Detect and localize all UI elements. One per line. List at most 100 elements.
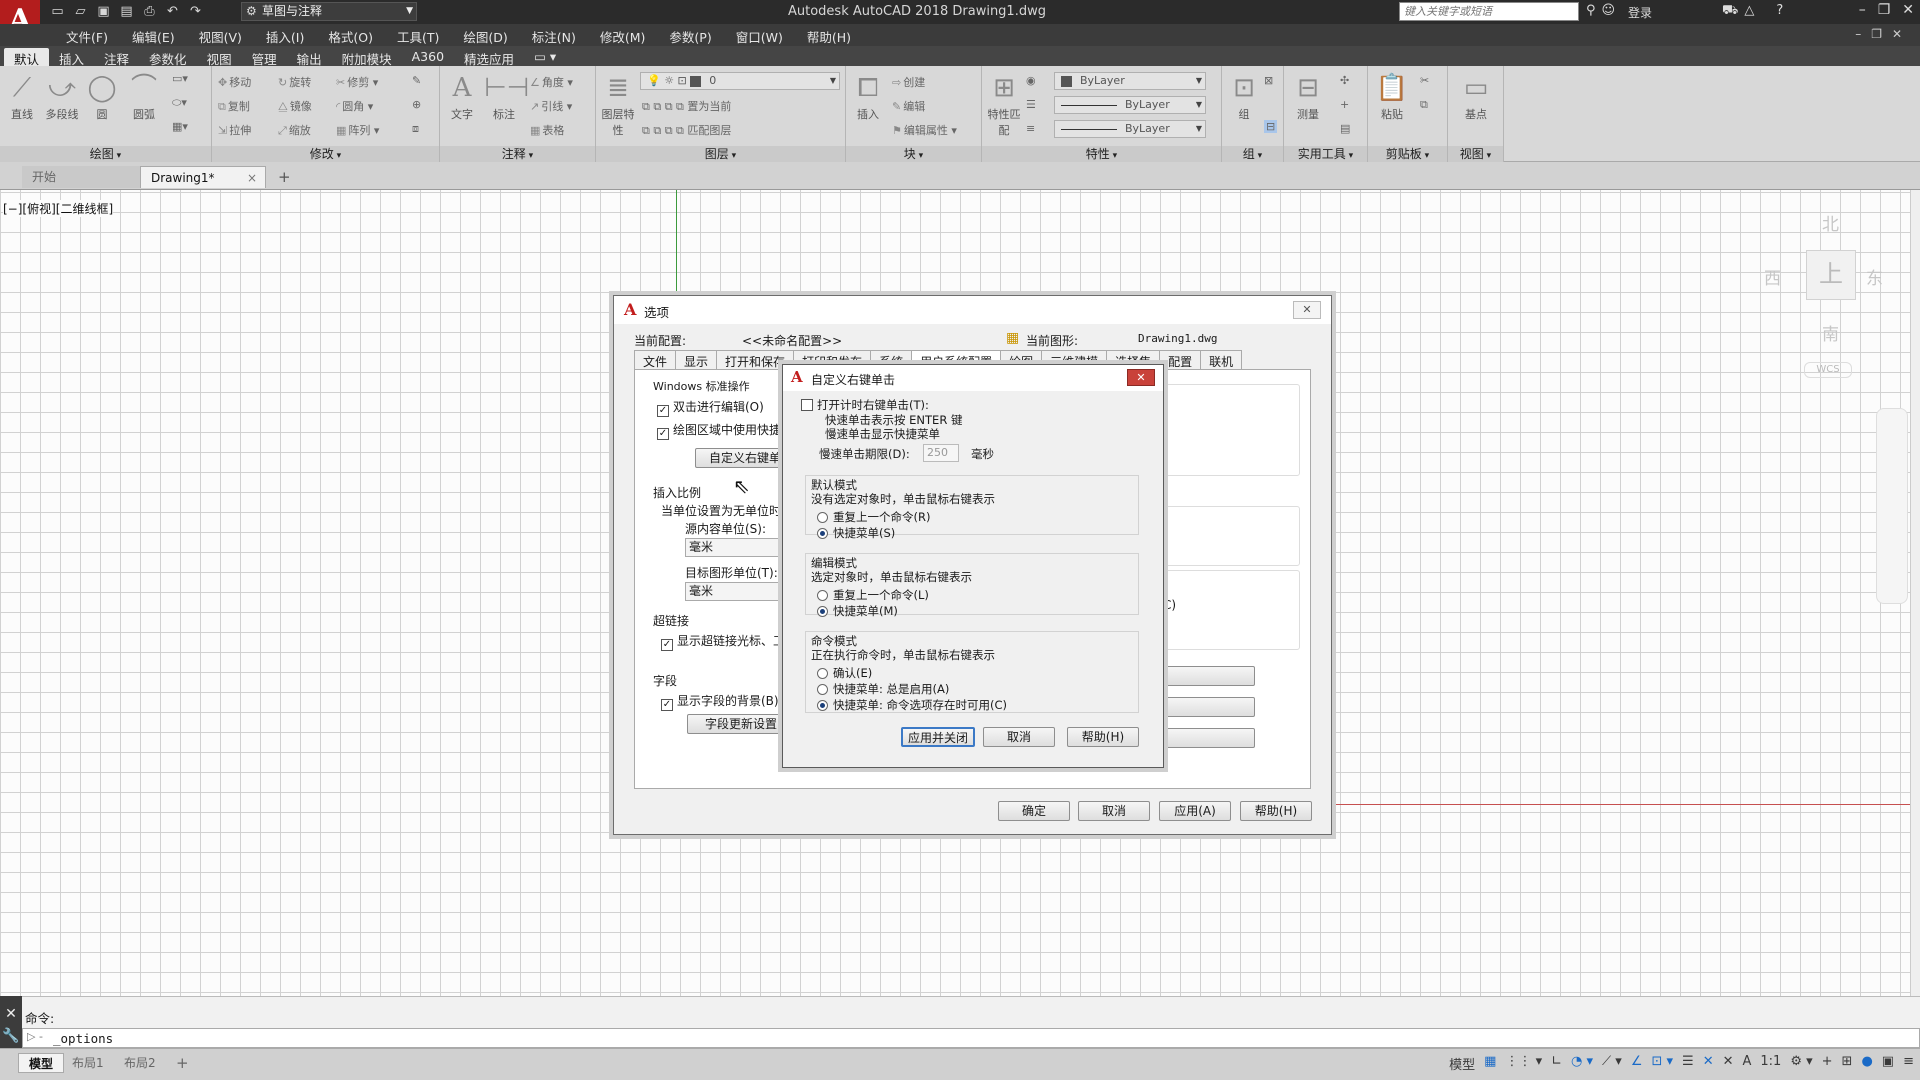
mirror-button[interactable]: ⧋ 镜像 (278, 98, 312, 114)
apply-close-button[interactable]: 应用并关闭 (901, 727, 975, 747)
fullscreen-icon[interactable]: ▣ (1882, 1054, 1894, 1073)
cancel-button[interactable]: 取消 (1078, 801, 1150, 821)
default-repeat-radio[interactable]: 重复上一个命令(R) (817, 509, 930, 525)
viewcube-west[interactable]: 西 (1764, 264, 1781, 289)
explode-icon[interactable]: ⊕ (412, 98, 421, 111)
calculator-icon[interactable]: ▤ (1340, 122, 1350, 135)
panel-utilities-title[interactable]: 实用工具 (1284, 146, 1367, 162)
help-button[interactable]: 帮助(H) (1240, 801, 1312, 821)
circle-button[interactable]: ◯ 圆 (82, 70, 122, 122)
menu-tools[interactable]: 工具(T) (385, 27, 451, 46)
menu-modify[interactable]: 修改(M) (588, 27, 658, 46)
copy-button[interactable]: ⧉ 复制 (218, 98, 250, 114)
viewcube-south[interactable]: 南 (1822, 320, 1839, 345)
lineweight-display-icon[interactable]: ☰ (1682, 1054, 1694, 1073)
save-as-icon[interactable]: ▤ (117, 3, 136, 21)
right-button-3[interactable] (1155, 728, 1255, 748)
quick-select-icon[interactable]: ✣ (1340, 74, 1349, 87)
color-wheel-icon[interactable]: ◉ (1026, 74, 1036, 87)
menu-file[interactable]: 文件(F) (54, 27, 120, 46)
array-button[interactable]: ▦ 阵列 ▾ (336, 122, 379, 138)
annotation-monitor-icon[interactable]: + (1822, 1054, 1833, 1073)
menu-window[interactable]: 窗口(W) (724, 27, 795, 46)
snap-icon[interactable]: ⋮⋮ ▾ (1505, 1054, 1542, 1073)
customization-menu-icon[interactable]: ≡ (1903, 1054, 1914, 1073)
show-field-bg-checkbox[interactable]: ✓ 显示字段的背景(B) (661, 692, 779, 711)
add-layout-button[interactable]: + (166, 1053, 199, 1073)
annotation-visibility-icon[interactable]: ✕ (1723, 1054, 1734, 1073)
viewcube-top-face[interactable]: 上 (1806, 250, 1856, 300)
auto-scale-icon[interactable]: A (1743, 1054, 1752, 1073)
open-icon[interactable]: ▱ (71, 3, 90, 21)
viewcube[interactable]: 北 西 东 南 上 WCS (1756, 206, 1886, 378)
copy-clip-icon[interactable]: ⧉ (1420, 98, 1428, 112)
create-block-button[interactable]: ⇨ 创建 (892, 74, 925, 90)
color-select[interactable]: ByLayer ▼ (1054, 72, 1206, 90)
right-button-2[interactable] (1155, 697, 1255, 717)
cmd-menu-options-radio[interactable]: 快捷菜单: 命令选项存在时可用(C) (817, 697, 1007, 713)
text-button[interactable]: A 文字 (442, 70, 482, 122)
menu-dimension[interactable]: 标注(N) (520, 27, 588, 46)
leader-button[interactable]: ↗ 引线 ▾ (530, 98, 572, 114)
units-icon[interactable]: ⊞ (1842, 1054, 1853, 1073)
menu-insert[interactable]: 插入(I) (254, 27, 316, 46)
workspace-select[interactable]: 草图与注释 ▼ (241, 2, 417, 21)
help-icon[interactable]: ? (1776, 3, 1783, 20)
close-icon[interactable]: ✕ (1293, 301, 1321, 319)
model-space-toggle[interactable]: 模型 (1449, 1054, 1475, 1073)
polar-icon[interactable]: ◔ ▾ (1571, 1054, 1593, 1073)
ortho-icon[interactable]: ∟ (1551, 1054, 1562, 1073)
shortcut-menu-checkbox[interactable]: ✓ 绘图区域中使用快捷 (657, 421, 781, 440)
cmd-menu-always-radio[interactable]: 快捷菜单: 总是启用(A) (817, 681, 949, 697)
user-icon[interactable]: ☺ (1602, 3, 1616, 18)
new-icon[interactable]: ▭ (48, 3, 67, 21)
menu-draw[interactable]: 绘图(D) (451, 27, 519, 46)
stretch-button[interactable]: ⇲ 拉伸 (218, 122, 251, 138)
binoculars-icon[interactable]: ⚲ (1586, 3, 1596, 18)
tab-online[interactable]: 联机 (1200, 350, 1243, 370)
point-icon[interactable]: + (1340, 98, 1349, 111)
object-snap-icon[interactable]: ⊡ ▾ (1651, 1054, 1673, 1073)
edit-repeat-radio[interactable]: 重复上一个命令(L) (817, 587, 929, 603)
cut-icon[interactable]: ✂ (1420, 74, 1429, 87)
right-click-customize-button[interactable]: 自定义右键单 (695, 448, 795, 468)
paste-button[interactable]: 📋 粘贴 (1372, 70, 1412, 122)
menu-view[interactable]: 视图(V) (187, 27, 254, 46)
viewport-controls[interactable]: [−][俯视][二维线框] (3, 200, 114, 217)
source-units-select[interactable]: 毫米 (685, 538, 785, 557)
sub-help-button[interactable]: 帮助(H) (1067, 727, 1139, 747)
menu-edit[interactable]: 编辑(E) (120, 27, 187, 46)
lineweight-select[interactable]: ByLayer ▼ (1054, 120, 1206, 138)
timed-rightclick-checkbox[interactable]: 打开计时右键单击(T): (801, 397, 929, 413)
polyline-button[interactable]: ⤻ 多段线 (42, 70, 82, 122)
match-properties-button[interactable]: ⊞ 特性匹配 (984, 70, 1024, 138)
dimension-button[interactable]: ⊢⊣ 标注 (484, 70, 529, 122)
annotation-scale[interactable]: 1:1 (1760, 1054, 1781, 1073)
panel-groups-title[interactable]: 组 (1222, 146, 1283, 162)
default-menu-radio[interactable]: 快捷菜单(S) (817, 525, 895, 541)
mdi-controls[interactable]: –❐✕ (1855, 27, 1912, 41)
menu-help[interactable]: 帮助(H) (795, 27, 863, 46)
new-tab-button[interactable]: + (272, 166, 296, 188)
erase-icon[interactable]: ✎ (412, 74, 421, 87)
angle-button[interactable]: ∠ 角度 ▾ (530, 74, 573, 90)
ok-button[interactable]: 确定 (998, 801, 1070, 821)
linetype-icon[interactable]: ☰ (1026, 98, 1036, 111)
isodraft-icon[interactable]: ⟋ ▾ (1602, 1054, 1622, 1073)
cmd-enter-radio[interactable]: 确认(E) (817, 665, 872, 681)
tab-profiles[interactable]: 配置 (1159, 350, 1202, 370)
panel-view-title[interactable]: 视图 (1448, 146, 1503, 162)
tab-model[interactable]: 模型 (18, 1053, 65, 1073)
line-button[interactable]: ⟋ 直线 (2, 70, 42, 122)
table-button[interactable]: ▦ 表格 (530, 122, 564, 138)
right-click-dialog-titlebar[interactable]: A 自定义右键单击 ✕ (783, 365, 1163, 391)
linetype-select[interactable]: ByLayer ▼ (1054, 96, 1206, 114)
measure-button[interactable]: ⊟ 测量 (1288, 70, 1328, 122)
wrench-icon[interactable]: 🔧 (0, 1028, 22, 1044)
lineweight-icon[interactable]: ≡ (1026, 122, 1035, 135)
vertical-scrollbar[interactable] (1910, 190, 1920, 996)
options-dialog-titlebar[interactable]: A 选项 ✕ (614, 296, 1331, 324)
arc-button[interactable]: ⌒ 圆弧 (124, 70, 164, 122)
panel-draw-title[interactable]: 绘图 (0, 146, 211, 162)
panel-annotation-title[interactable]: 注释 (440, 146, 595, 162)
